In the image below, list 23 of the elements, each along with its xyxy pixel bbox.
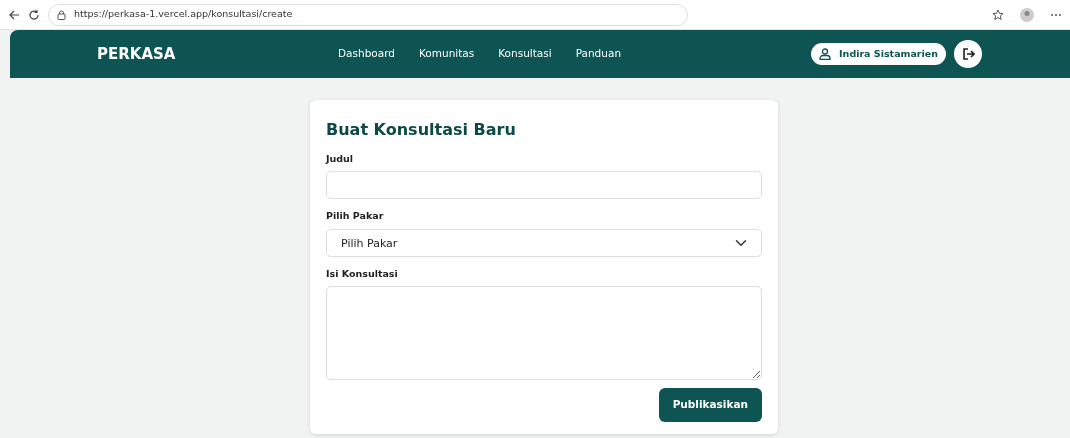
lock-icon [57, 9, 66, 20]
nav-link[interactable]: Konsultasi [498, 46, 552, 62]
form-title: Buat Konsultasi Baru [326, 119, 517, 141]
select-field[interactable]: Pilih Pakar [326, 228, 762, 257]
back-icon[interactable] [8, 8, 20, 21]
more-icon[interactable] [1050, 12, 1062, 17]
field-label: Judul [326, 152, 355, 166]
profile-icon[interactable] [1020, 7, 1034, 22]
refresh-icon[interactable] [28, 8, 40, 21]
nav-link[interactable]: Panduan [575, 46, 622, 62]
nav-link[interactable]: Komunitas [418, 46, 475, 62]
logout-button[interactable] [954, 40, 982, 68]
input-field[interactable] [326, 171, 762, 200]
field-label: Pilih Pakar [326, 209, 385, 224]
logout-icon [961, 47, 975, 61]
star-icon[interactable] [992, 8, 1004, 21]
user-button[interactable]: Indira Sistamarien [811, 42, 946, 66]
field-label: Isi Konsultasi [326, 266, 399, 281]
brand-logo[interactable]: PERKASA [10, 42, 250, 66]
user-icon [819, 48, 832, 60]
nav-link[interactable]: Dashboard [338, 46, 395, 62]
textarea-field[interactable] [326, 285, 762, 380]
publish-button[interactable]: Publikasikan [658, 387, 762, 422]
